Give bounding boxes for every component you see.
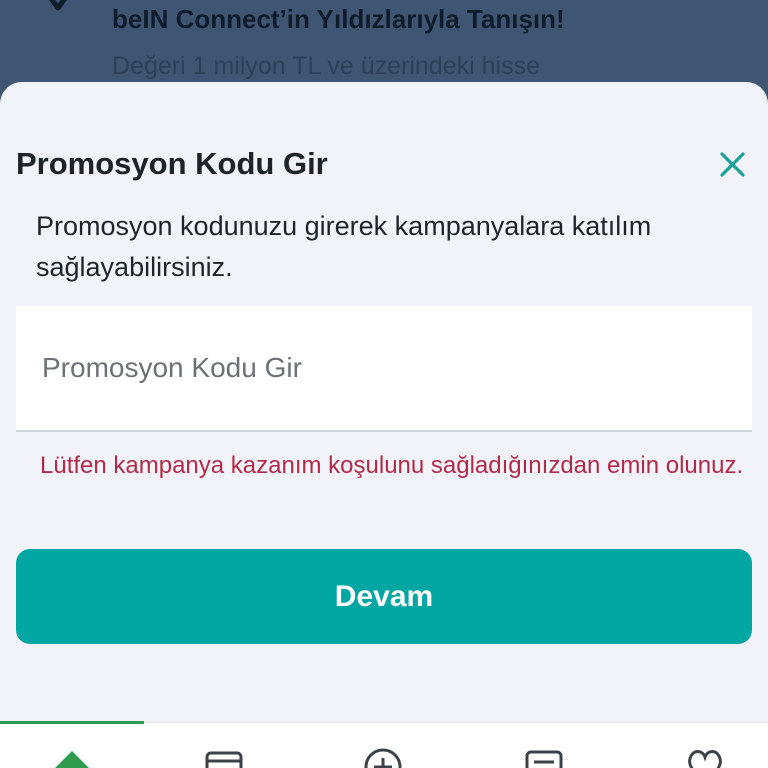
sheet-description: Promosyon kodunuzu girerek kampanyalara … [36, 211, 652, 282]
home-icon [55, 751, 89, 768]
tab-add[interactable] [323, 723, 443, 768]
promo-code-input[interactable] [40, 344, 734, 392]
tab-cards[interactable] [164, 723, 284, 768]
banner-subtitle: Değeri 1 milyon TL ve üzerindeki hisse [112, 52, 540, 80]
tab-list[interactable] [484, 723, 604, 768]
campaign-banner[interactable]: beIN Connect’in Yıldızlarıyla Tanışın! D… [0, 0, 768, 90]
sheet-title: Promosyon Kodu Gir [16, 146, 328, 181]
continue-button[interactable]: Devam [16, 549, 752, 644]
heart-icon [688, 750, 722, 768]
bottom-tab-bar [0, 721, 768, 768]
list-icon [525, 750, 563, 768]
tab-home[interactable] [12, 723, 132, 768]
banner-title: beIN Connect’in Yıldızlarıyla Tanışın! [112, 4, 565, 34]
star-icon [49, 0, 67, 11]
warning-text: Lütfen kampanya kazanım koşulunu sağladı… [40, 452, 744, 479]
close-icon [720, 152, 745, 177]
tab-favorites[interactable] [645, 723, 765, 768]
promo-code-sheet: Promosyon Kodu Gir Promosyon kodunuzu gi… [0, 82, 768, 722]
close-button[interactable] [712, 144, 752, 184]
card-icon [205, 751, 243, 768]
promo-code-field[interactable] [16, 306, 752, 432]
screen: beIN Connect’in Yıldızlarıyla Tanışın! D… [0, 0, 768, 768]
plus-circle-icon [364, 748, 402, 768]
continue-button-label: Devam [334, 579, 434, 613]
